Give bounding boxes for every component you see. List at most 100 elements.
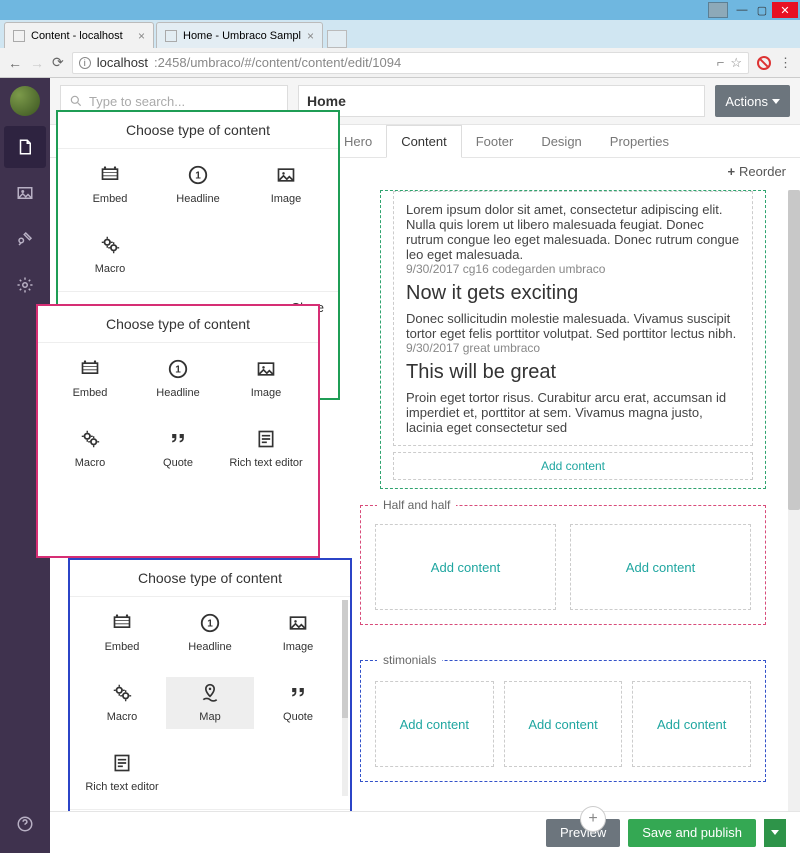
row-legend: Half and half (377, 498, 456, 512)
scrollbar[interactable] (788, 190, 800, 853)
sidebar-media-button[interactable] (4, 172, 46, 214)
chooser-title: Choose type of content (70, 560, 350, 597)
page-title-input[interactable]: Home (298, 85, 705, 117)
window-maximize-button[interactable]: ▢ (752, 2, 772, 18)
chooser-option-image[interactable]: Image (222, 353, 310, 405)
tab-content[interactable]: Content (386, 125, 462, 158)
chooser-option-macro[interactable]: Macro (78, 677, 166, 729)
add-content-button[interactable]: Add content (632, 681, 751, 767)
browser-tab[interactable]: Home - Umbraco Sampl × (156, 22, 323, 48)
chooser-option-label: Headline (188, 641, 231, 653)
blocked-icon[interactable] (757, 56, 771, 70)
add-row-button[interactable]: + (580, 806, 606, 832)
macro-icon (98, 235, 122, 255)
chooser-option-label: Headline (176, 193, 219, 205)
svg-text:1: 1 (175, 365, 181, 376)
forward-icon[interactable]: → (30, 55, 44, 71)
add-content-button[interactable]: Add content (570, 524, 751, 610)
chooser-option-headline[interactable]: 1Headline (154, 159, 242, 211)
chooser-option-label: Macro (75, 457, 106, 469)
window-close-button[interactable]: ✕ (772, 2, 798, 18)
macro-icon (78, 429, 102, 449)
chooser-option-label: Embed (73, 387, 108, 399)
tab-footer[interactable]: Footer (462, 125, 528, 157)
chooser-title: Choose type of content (58, 112, 338, 149)
chooser-option-rte[interactable]: Rich text editor (78, 747, 166, 799)
publish-dropdown-button[interactable] (764, 819, 786, 847)
tab-design[interactable]: Design (527, 125, 595, 157)
user-chip-icon[interactable] (708, 2, 728, 18)
row-legend: stimonials (377, 653, 442, 667)
save-and-publish-button[interactable]: Save and publish (628, 819, 756, 847)
reorder-button[interactable]: Reorder (727, 164, 786, 179)
add-content-button[interactable]: Add content (504, 681, 623, 767)
blog-heading: This will be great (406, 361, 740, 384)
map-icon (198, 683, 222, 703)
actions-dropdown[interactable]: Actions (715, 85, 790, 117)
chooser-option-headline[interactable]: 1Headline (134, 353, 222, 405)
chooser-option-macro[interactable]: Macro (46, 423, 134, 475)
favicon-icon (165, 30, 177, 42)
blog-text: Proin eget tortor risus. Curabitur arcu … (406, 390, 740, 435)
back-icon[interactable]: ← (8, 55, 22, 71)
blog-meta: 9/30/2017 great umbraco (406, 341, 740, 355)
blog-meta: 9/30/2017 cg16 codegarden umbraco (406, 262, 740, 276)
window-titlebar: — ▢ ✕ (0, 0, 800, 20)
sidebar-settings-button[interactable] (4, 218, 46, 260)
actions-label: Actions (725, 94, 768, 109)
avatar[interactable] (10, 86, 40, 116)
chooser-option-label: Rich text editor (229, 457, 302, 469)
new-tab-button[interactable] (327, 30, 347, 48)
chooser-option-embed[interactable]: Embed (78, 607, 166, 659)
macro-icon (110, 683, 134, 703)
help-button[interactable] (4, 803, 46, 845)
chooser-option-map[interactable]: Map (166, 677, 254, 729)
chooser-option-embed[interactable]: Embed (66, 159, 154, 211)
blog-heading: Now it gets exciting (406, 282, 740, 305)
chooser-option-image[interactable]: Image (254, 607, 342, 659)
embed-icon (110, 613, 134, 633)
footer-bar: Preview Save and publish (50, 811, 800, 853)
headline-icon: 1 (198, 613, 222, 633)
half-and-half-row: Half and half Add content Add content (360, 505, 766, 625)
quote-icon (166, 429, 190, 449)
quote-icon (286, 683, 310, 703)
add-content-button[interactable]: Add content (375, 681, 494, 767)
sidebar-developer-button[interactable] (4, 264, 46, 306)
add-content-button[interactable]: Add content (375, 524, 556, 610)
chooser-option-rte[interactable]: Rich text editor (222, 423, 310, 475)
chooser-option-label: Image (251, 387, 282, 399)
tab-properties[interactable]: Properties (596, 125, 683, 157)
reload-icon[interactable]: ⟳ (52, 54, 64, 71)
chooser-option-label: Image (271, 193, 302, 205)
keyhole-icon: ⌐ (717, 55, 725, 70)
kebab-icon[interactable]: ⋮ (779, 55, 792, 71)
browser-urlbar: ← → ⟳ i localhost:2458/umbraco/#/content… (0, 48, 800, 78)
add-content-button[interactable]: Add content (393, 452, 753, 480)
chooser-option-quote[interactable]: Quote (254, 677, 342, 729)
image-icon (286, 613, 310, 633)
address-input[interactable]: i localhost:2458/umbraco/#/content/conte… (72, 52, 749, 74)
window-minimize-button[interactable]: — (732, 2, 752, 18)
chooser-option-macro[interactable]: Macro (66, 229, 154, 281)
rte-icon (254, 429, 278, 449)
chooser-option-label: Map (199, 711, 220, 723)
embed-icon (98, 165, 122, 185)
browser-tab-title: Content - localhost (31, 30, 123, 42)
browser-tab-active[interactable]: Content - localhost × (4, 22, 154, 48)
chooser-option-quote[interactable]: Quote (134, 423, 222, 475)
blog-text: Lorem ipsum dolor sit amet, consectetur … (406, 202, 740, 262)
chooser-option-headline[interactable]: 1 Headline (166, 607, 254, 659)
image-icon (254, 359, 278, 379)
app-root: Type to search... Home Actions Hero Cont… (0, 78, 800, 853)
chooser-option-embed[interactable]: Embed (46, 353, 134, 405)
chooser-option-label: Macro (107, 711, 138, 723)
chooser-option-image[interactable]: Image (242, 159, 330, 211)
close-icon[interactable]: × (307, 29, 314, 43)
sidebar-content-button[interactable] (4, 126, 46, 168)
scrollbar[interactable] (342, 600, 348, 796)
url-host: localhost (97, 55, 148, 70)
chooser-title: Choose type of content (38, 306, 318, 343)
star-icon[interactable]: ☆ (730, 55, 742, 71)
close-icon[interactable]: × (138, 29, 145, 43)
